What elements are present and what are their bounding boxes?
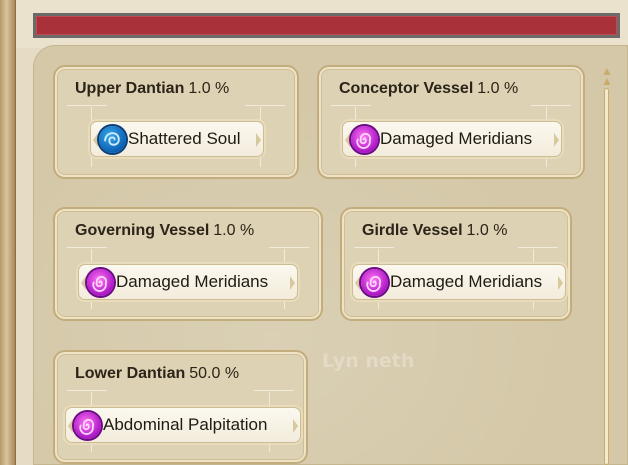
scroll-track[interactable] [604, 88, 609, 465]
card-ornament [518, 247, 558, 248]
status-pill[interactable]: Damaged Meridians [342, 121, 562, 157]
card-ornament [67, 105, 107, 106]
watermark: Lyn neth [322, 350, 415, 372]
meridian-title: Conceptor Vessel 1.0 % [339, 80, 518, 98]
meridian-title: Girdle Vessel 1.0 % [362, 222, 507, 240]
card-ornament [254, 390, 294, 391]
meridian-percent: 1.0 % [188, 80, 230, 97]
scroll-up-arrow-icon[interactable]: ▲ ▲ [601, 65, 613, 87]
status-pill[interactable]: Damaged Meridians [78, 264, 298, 300]
meridian-name: Conceptor Vessel [339, 80, 474, 97]
meridian-name: Lower Dantian [75, 365, 186, 382]
damaged-meridians-icon [87, 268, 114, 296]
status-label: Damaged Meridians [116, 272, 269, 291]
meridian-card-governing-vessel[interactable]: Governing Vessel 1.0 % Damaged Meridians [53, 207, 323, 321]
meridian-percent: 50.0 % [189, 365, 240, 382]
meridian-card-conceptor-vessel[interactable]: Conceptor Vessel 1.0 % Damaged Meridians [317, 65, 585, 179]
shattered-soul-icon [99, 125, 126, 153]
meridian-percent: 1.0 % [477, 80, 519, 97]
title-bar [33, 13, 620, 38]
status-label: Damaged Meridians [390, 272, 543, 291]
card-ornament [354, 247, 394, 248]
meridian-card-lower-dantian[interactable]: Lower Dantian 50.0 % Abdominal Palpitatio… [53, 350, 308, 464]
meridian-title: Governing Vessel 1.0 % [75, 222, 254, 240]
damaged-meridians-icon [351, 125, 378, 153]
damaged-meridians-icon [361, 268, 388, 296]
meridian-title: Upper Dantian 1.0 % [75, 80, 229, 98]
meridian-title: Lower Dantian 50.0 % [75, 365, 239, 383]
meridian-percent: 1.0 % [213, 222, 255, 239]
abdominal-palpitation-icon [74, 411, 101, 439]
card-ornament [67, 247, 107, 248]
vertical-scrollbar[interactable]: ▲ ▲ [600, 65, 614, 465]
meridian-name: Upper Dantian [75, 80, 185, 97]
status-label: Damaged Meridians [380, 129, 533, 148]
meridian-percent: 1.0 % [466, 222, 508, 239]
card-ornament [67, 390, 107, 391]
status-pill[interactable]: Shattered Soul [90, 121, 264, 157]
meridian-name: Governing Vessel [75, 222, 210, 239]
card-ornament [331, 105, 371, 106]
meridian-name: Girdle Vessel [362, 222, 463, 239]
status-pill[interactable]: Abdominal Palpitation [65, 407, 301, 443]
card-ornament [269, 247, 309, 248]
status-label: Abdominal Palpitation [103, 415, 268, 434]
meridian-card-upper-dantian[interactable]: Upper Dantian 1.0 % Shattered Soul [53, 65, 299, 179]
window-left-border [0, 0, 16, 465]
card-ornament [531, 105, 571, 106]
meridian-card-girdle-vessel[interactable]: Girdle Vessel 1.0 % Damaged Meridians [340, 207, 572, 321]
card-ornament [245, 105, 285, 106]
status-label: Shattered Soul [128, 129, 241, 148]
status-pill[interactable]: Damaged Meridians [352, 264, 566, 300]
